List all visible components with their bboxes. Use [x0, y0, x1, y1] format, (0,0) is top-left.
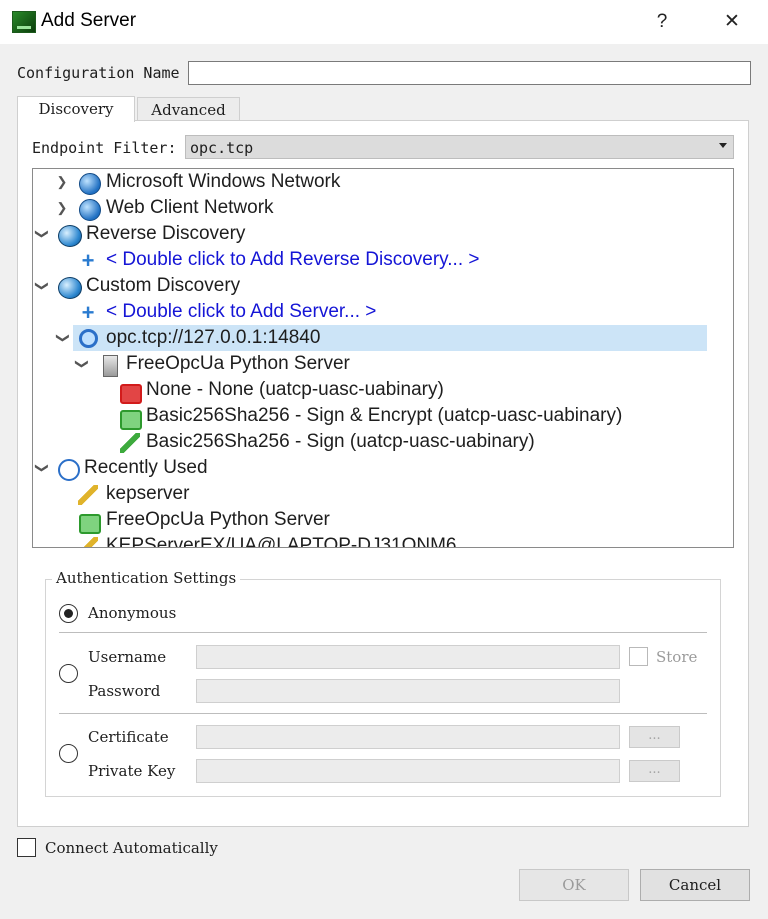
window-title: Add Server	[41, 10, 137, 31]
chevron-right-icon[interactable]: ❯	[55, 169, 69, 195]
endpoint-filter-label: Endpoint Filter:	[32, 139, 177, 157]
private-key-input[interactable]	[196, 759, 620, 783]
network-globe-icon	[79, 199, 101, 221]
tree-item-label: < Double click to Add Server... >	[106, 301, 377, 322]
anonymous-label: Anonymous	[88, 604, 177, 622]
pencil-icon	[78, 537, 98, 547]
tree-item[interactable]: ❯ Custom Discovery	[33, 273, 707, 299]
server-tree[interactable]: ❯ Microsoft Windows Network ❯ Web Client…	[32, 168, 734, 548]
username-radio[interactable]	[59, 664, 78, 683]
divider	[59, 713, 707, 714]
endpoint-filter-select[interactable]: opc.tcp	[185, 135, 734, 159]
unlocked-icon	[120, 384, 142, 404]
chevron-down-icon[interactable]: ❯	[33, 279, 55, 293]
help-button[interactable]: ?	[642, 8, 682, 36]
tree-item-label: Basic256Sha256 - Sign & Encrypt (uatcp-u…	[146, 405, 623, 426]
ok-button[interactable]: OK	[519, 869, 629, 901]
connect-automatically-label: Connect Automatically	[45, 839, 218, 857]
tree-item[interactable]: ❯ FreeOpcUa Python Server	[33, 351, 707, 377]
tree-item[interactable]: + < Double click to Add Reverse Discover…	[33, 247, 707, 273]
tree-item-selected[interactable]: opc.tcp://127.0.0.1:14840	[73, 325, 707, 351]
discovery-globe-icon	[58, 225, 82, 247]
tree-item[interactable]: + < Double click to Add Server... >	[33, 299, 707, 325]
certificate-browse-button[interactable]: ...	[629, 726, 680, 748]
chevron-down-icon[interactable]: ❯	[49, 331, 75, 345]
tree-item-label: Custom Discovery	[86, 275, 241, 296]
tab-advanced[interactable]: Advanced	[137, 97, 240, 120]
tree-item[interactable]: Basic256Sha256 - Sign & Encrypt (uatcp-u…	[33, 403, 707, 430]
chevron-right-icon[interactable]: ❯	[55, 195, 69, 221]
tree-item-label: Basic256Sha256 - Sign (uatcp-uasc-uabina…	[146, 431, 535, 452]
store-checkbox[interactable]	[629, 647, 648, 666]
tree-item-label: FreeOpcUa Python Server	[126, 353, 350, 374]
tree-item[interactable]: ❯ Reverse Discovery	[33, 221, 707, 247]
search-icon	[79, 329, 98, 348]
lock-icon	[79, 514, 101, 534]
auth-group-title: Authentication Settings	[52, 569, 241, 587]
pencil-icon	[78, 485, 98, 505]
divider	[59, 632, 707, 633]
tree-item-label: Recently Used	[84, 457, 208, 478]
tree-item[interactable]: None - None (uatcp-uasc-uabinary)	[33, 377, 707, 404]
chevron-down-icon[interactable]: ❯	[33, 227, 55, 241]
config-name-input[interactable]	[188, 61, 751, 85]
tree-item-label: Web Client Network	[106, 197, 274, 218]
certificate-input[interactable]	[196, 725, 620, 749]
network-globe-icon	[79, 173, 101, 195]
store-label: Store	[656, 648, 698, 666]
tree-item[interactable]: FreeOpcUa Python Server	[33, 507, 707, 534]
anonymous-radio[interactable]	[59, 604, 78, 623]
tree-item[interactable]: kepserver	[33, 481, 707, 507]
private-key-label: Private Key	[88, 762, 176, 780]
plus-icon: +	[81, 300, 95, 325]
tree-item-label: None - None (uatcp-uasc-uabinary)	[146, 379, 444, 400]
tab-discovery[interactable]: Discovery	[17, 96, 135, 122]
clock-icon	[58, 459, 80, 481]
username-label: Username	[88, 648, 167, 666]
cancel-button[interactable]: Cancel	[640, 869, 750, 901]
lock-icon	[120, 410, 142, 430]
password-input[interactable]	[196, 679, 620, 703]
config-name-label: Configuration Name	[17, 64, 180, 82]
tree-item[interactable]: ❯ Web Client Network	[33, 195, 707, 221]
chevron-down-icon	[719, 143, 727, 148]
tree-item[interactable]: ❯ Microsoft Windows Network	[33, 169, 707, 195]
tree-item[interactable]: ❯ Recently Used	[33, 455, 707, 481]
tree-item-label: FreeOpcUa Python Server	[106, 509, 330, 530]
tree-item-label: opc.tcp://127.0.0.1:14840	[106, 327, 321, 348]
tree-item-label: kepserver	[106, 483, 190, 504]
server-icon	[103, 355, 118, 377]
username-input[interactable]	[196, 645, 620, 669]
certificate-label: Certificate	[88, 728, 169, 746]
certificate-radio[interactable]	[59, 744, 78, 763]
tree-item[interactable]: Basic256Sha256 - Sign (uatcp-uasc-uabina…	[33, 429, 707, 455]
private-key-browse-button[interactable]: ...	[629, 760, 680, 782]
connect-automatically-checkbox[interactable]	[17, 838, 36, 857]
close-button[interactable]: ✕	[712, 8, 752, 36]
chevron-down-icon[interactable]: ❯	[69, 357, 95, 371]
chevron-down-icon[interactable]: ❯	[33, 461, 55, 475]
tree-item-label: Microsoft Windows Network	[106, 171, 341, 192]
tree-item-label: < Double click to Add Reverse Discovery.…	[106, 249, 480, 270]
tree-item-label: KEPServerEX/UA@LAPTOP-DJ31QNM6	[106, 535, 457, 548]
tree-item[interactable]: KEPServerEX/UA@LAPTOP-DJ31QNM6	[33, 533, 707, 548]
pencil-icon	[120, 433, 140, 453]
endpoint-filter-value: opc.tcp	[190, 139, 254, 157]
tree-item-label: Reverse Discovery	[86, 223, 246, 244]
discovery-globe-icon	[58, 277, 82, 299]
plus-icon: +	[81, 248, 95, 273]
password-label: Password	[88, 682, 161, 700]
app-icon	[12, 11, 36, 33]
